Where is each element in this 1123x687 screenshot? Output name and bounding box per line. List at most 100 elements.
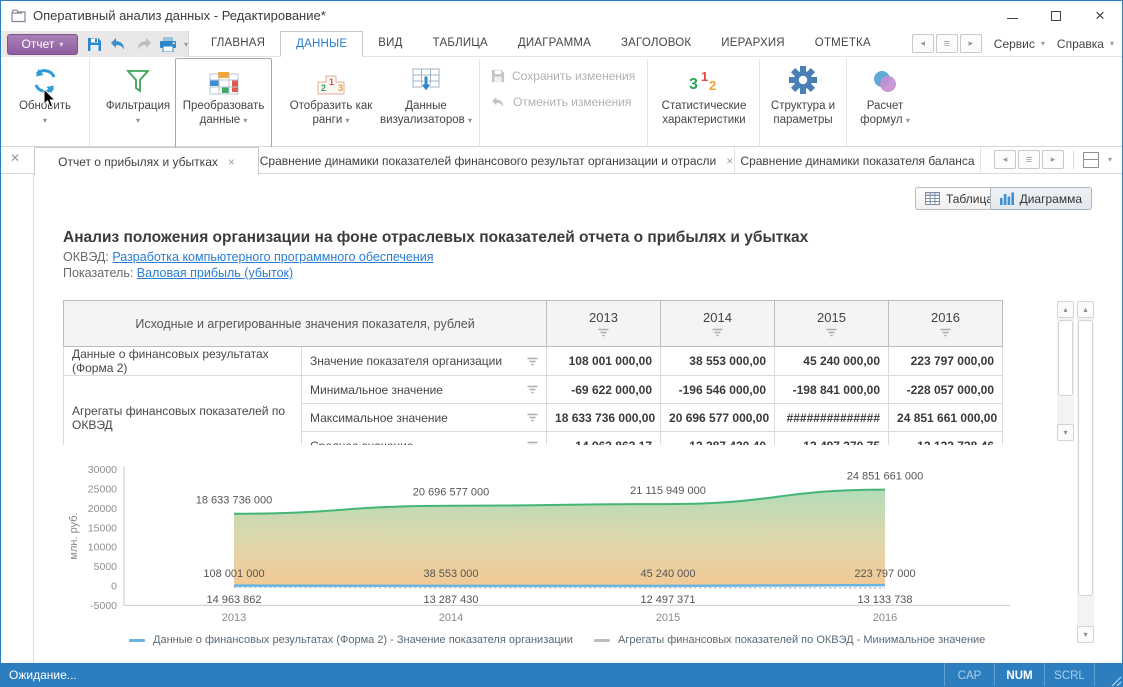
maximize-button[interactable]	[1034, 1, 1078, 31]
column-filter-icon[interactable]	[527, 385, 538, 394]
tab-close-icon[interactable]: ×	[726, 154, 733, 168]
year-column-header[interactable]: 2015	[775, 301, 889, 347]
metric-cell: Среднее значение	[302, 432, 547, 446]
print-icon[interactable]	[160, 37, 176, 52]
doc-tab-scroll-right-button[interactable]: ▸	[1042, 150, 1064, 169]
document-tab-label: Отчет о прибылях и убытках	[58, 155, 218, 169]
data-table-container: Исходные и агрегированные значения показ…	[63, 300, 1004, 445]
save-disabled-icon	[491, 69, 505, 83]
year-column-header[interactable]: 2016	[889, 301, 1003, 347]
minimize-button[interactable]	[990, 1, 1034, 31]
ribbon-tab-диаграмма[interactable]: ДИАГРАММА	[503, 31, 606, 57]
value-cell: 13 287 430,40	[661, 432, 775, 446]
transform-data-icon	[177, 59, 270, 95]
indicator-line: Показатель: Валовая прибыль (убыток)	[63, 266, 293, 280]
report-app-button[interactable]: Отчет ▾	[7, 34, 78, 55]
metric-cell: Минимальное значение	[302, 376, 547, 404]
document-tab-2[interactable]: Сравнение динамики показателя баланса	[735, 147, 981, 174]
document-tab-1[interactable]: Сравнение динамики показателей финансово…	[259, 147, 735, 174]
metric-cell: Максимальное значение	[302, 404, 547, 432]
year-header-label: 2016	[931, 310, 960, 325]
ribbon-scroll-left-button[interactable]: ◂	[912, 34, 934, 53]
column-filter-icon[interactable]	[527, 357, 538, 366]
status-bar: Ожидание... CAPNUMSCRL	[1, 663, 1122, 687]
page-scrollbar[interactable]: ▴ ▾	[1077, 301, 1094, 643]
table-scrollbar[interactable]: ▴ ▾	[1057, 301, 1074, 441]
doc-tab-list-button[interactable]: ≡	[1018, 150, 1040, 169]
formula-calc-label: Расчет формул ▾	[849, 99, 921, 128]
year-column-header[interactable]: 2013	[547, 301, 661, 347]
column-filter-icon[interactable]	[527, 441, 538, 445]
svg-text:2016: 2016	[873, 612, 897, 624]
ribbon-tab-таблица[interactable]: ТАБЛИЦА	[418, 31, 503, 57]
column-filter-icon[interactable]	[712, 328, 723, 337]
save-changes-button: Сохранить изменения	[491, 69, 635, 83]
status-indicator-scrl: SCRL	[1044, 663, 1094, 687]
undo-icon[interactable]	[110, 37, 127, 51]
save-icon[interactable]	[87, 37, 102, 52]
panel-close-icon[interactable]: ✕	[10, 151, 20, 165]
ribbon-minimize-button[interactable]: ≡	[936, 34, 958, 53]
split-view-icon[interactable]	[1083, 152, 1099, 168]
transform-data-label: Преобразовать данные ▾	[177, 99, 270, 128]
value-cell: 24 851 661 000,00	[889, 404, 1003, 432]
column-filter-icon[interactable]	[527, 413, 538, 422]
service-menu[interactable]: Сервис ▾	[994, 37, 1045, 51]
visualizer-data-label: Данные визуализаторов ▾	[375, 99, 477, 128]
page-scrollbar-thumb[interactable]	[1078, 320, 1093, 596]
tab-close-icon[interactable]: ×	[228, 155, 235, 169]
statistics-label: Статистические характеристики	[651, 99, 757, 127]
help-menu[interactable]: Справка ▾	[1057, 37, 1114, 51]
area-chart: 300002500020000150001000050000-5000млн. …	[63, 456, 1013, 631]
help-menu-label: Справка	[1057, 37, 1104, 51]
chevron-down-icon[interactable]: ▾	[1108, 155, 1112, 164]
chart-view-button[interactable]: Диаграмма	[990, 187, 1092, 210]
chevron-down-icon: ▾	[1110, 39, 1114, 48]
column-filter-icon[interactable]	[940, 328, 951, 337]
ribbon-tab-главная[interactable]: ГЛАВНАЯ	[196, 31, 280, 57]
svg-text:108 001 000: 108 001 000	[203, 568, 264, 580]
okved-link[interactable]: Разработка компьютерного программного об…	[112, 250, 433, 264]
column-filter-icon[interactable]	[826, 328, 837, 337]
report-content: Таблица Диаграмма Анализ положения орган…	[1, 174, 1122, 663]
ribbon-tab-заголовок[interactable]: ЗАГОЛОВОК	[606, 31, 706, 57]
filter-icon	[97, 59, 179, 95]
year-header-label: 2013	[589, 310, 618, 325]
close-button[interactable]: ×	[1078, 1, 1122, 31]
cancel-changes-label: Отменить изменения	[513, 95, 631, 109]
window-title: Оперативный анализ данных - Редактирован…	[33, 8, 326, 23]
value-cell: 108 001 000,00	[547, 347, 661, 376]
column-filter-icon[interactable]	[598, 328, 609, 337]
svg-text:2015: 2015	[656, 612, 680, 624]
svg-text:15000: 15000	[88, 522, 117, 534]
scroll-down-icon[interactable]: ▾	[1077, 626, 1094, 643]
save-changes-label: Сохранить изменения	[512, 69, 635, 83]
ribbon-body: Обновить ▾ Отчет Фильтрация ▾ Преобразов…	[1, 57, 1122, 147]
table-header-title: Исходные и агрегированные значения показ…	[64, 301, 547, 347]
close-icon: ×	[1095, 6, 1105, 26]
scroll-up-icon[interactable]: ▴	[1057, 301, 1074, 318]
maximize-icon	[1051, 11, 1061, 21]
statistics-icon: 312	[651, 59, 757, 95]
doc-tab-scroll-left-button[interactable]: ◂	[994, 150, 1016, 169]
ribbon-scroll-right-button[interactable]: ▸	[960, 34, 982, 53]
value-cell: -69 622 000,00	[547, 376, 661, 404]
document-tab-label: Сравнение динамики показателя баланса	[740, 154, 974, 168]
print-dropdown-icon[interactable]: ▾	[184, 40, 188, 49]
svg-text:38 553 000: 38 553 000	[423, 568, 478, 580]
ribbon-tab-вид[interactable]: ВИД	[363, 31, 417, 57]
ribbon-tab-данные[interactable]: ДАННЫЕ	[280, 31, 363, 57]
indicator-link[interactable]: Валовая прибыль (убыток)	[137, 266, 293, 280]
document-tab-0[interactable]: Отчет о прибылях и убытках ×	[34, 147, 259, 175]
ribbon-tab-иерархия[interactable]: ИЕРАРХИЯ	[706, 31, 800, 57]
year-column-header[interactable]: 2014	[661, 301, 775, 347]
quick-access-toolbar: Отчет ▾ ▾	[1, 31, 189, 57]
ribbon-tab-отметка[interactable]: ОТМЕТКА	[800, 31, 886, 57]
table-scrollbar-thumb[interactable]	[1058, 320, 1073, 396]
resize-grip[interactable]	[1108, 674, 1122, 687]
scroll-down-icon[interactable]: ▾	[1057, 424, 1074, 441]
scroll-up-icon[interactable]: ▴	[1077, 301, 1094, 318]
svg-text:24 851 661 000: 24 851 661 000	[847, 471, 923, 483]
value-cell: 38 553 000,00	[661, 347, 775, 376]
svg-text:21 115 949 000: 21 115 949 000	[630, 485, 706, 497]
